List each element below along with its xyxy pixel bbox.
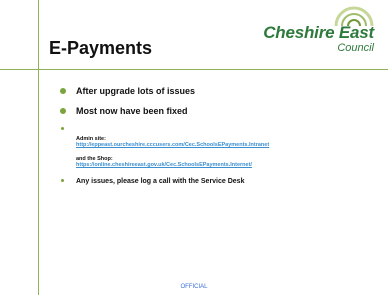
bullet-dot-icon xyxy=(61,179,64,182)
bullet-text: Most now have been fixed xyxy=(76,106,188,116)
logo-text-council: Council xyxy=(337,42,374,54)
bullet-dot-icon xyxy=(60,88,66,94)
bullet-item: After upgrade lots of issues xyxy=(60,86,380,96)
bullet-dot-icon xyxy=(60,108,66,114)
vertical-rule xyxy=(38,0,39,295)
bullet-item: Any issues, please log a call with the S… xyxy=(60,178,380,185)
bullet-list: After upgrade lots of issues Most now ha… xyxy=(60,86,380,195)
horizontal-rule xyxy=(0,69,388,70)
shop-link-wrap: https://online.cheshireeast.gov.uk/Cec.S… xyxy=(76,162,380,168)
slide-title: E-Payments xyxy=(49,38,153,58)
bullet-item-links xyxy=(60,126,380,132)
admin-site-link[interactable]: http://eppeast.ourcheshire.cccusers.com/… xyxy=(76,142,269,148)
shop-link[interactable]: https://online.cheshireeast.gov.uk/Cec.S… xyxy=(76,162,252,168)
council-logo: Cheshire East Council xyxy=(262,6,374,60)
official-footer: OFFICIAL xyxy=(180,284,208,290)
bullet-dot-icon xyxy=(61,127,64,130)
admin-site-link-wrap: http://eppeast.ourcheshire.cccusers.com/… xyxy=(76,142,380,148)
bullet-item: Most now have been fixed xyxy=(60,106,380,116)
logo-text-cheshire-east: Cheshire East xyxy=(263,23,374,42)
bullet-text: After upgrade lots of issues xyxy=(76,86,196,96)
bullet-text: Any issues, please log a call with the S… xyxy=(76,178,245,185)
slide: E-Payments Cheshire East Council After u… xyxy=(0,0,388,295)
